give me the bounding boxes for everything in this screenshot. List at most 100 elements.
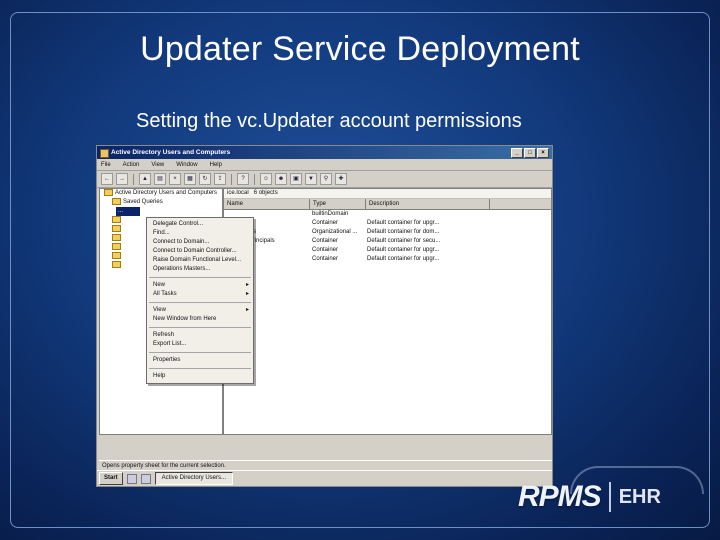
row-type: Container — [312, 238, 339, 244]
taskbar-task[interactable]: Active Directory Users... — [154, 472, 234, 485]
table-row[interactable]: Container Default container for upgr... — [224, 255, 551, 264]
row-description: Default container for upgr... — [367, 220, 440, 226]
menu-item-operations-masters[interactable]: Operations Masters... — [147, 265, 253, 274]
forward-icon[interactable]: → — [116, 173, 128, 185]
menu-item-view[interactable]: View ▸ — [147, 306, 253, 315]
add-to-group-icon[interactable]: ✚ — [335, 173, 347, 185]
submenu-arrow-icon: ▸ — [245, 282, 249, 288]
tree-root[interactable]: Active Directory Users and Computers — [100, 189, 222, 198]
column-type[interactable]: Type — [310, 199, 366, 209]
filter-icon[interactable]: ▼ — [305, 173, 317, 185]
close-button[interactable]: × — [537, 148, 549, 158]
menu-item-new-window[interactable]: New Window from Here — [147, 315, 253, 324]
folder-icon — [112, 234, 121, 241]
start-button[interactable]: Start — [99, 472, 123, 485]
menubar: File Action View Window Help — [97, 159, 552, 171]
menu-window[interactable]: Window — [176, 162, 197, 168]
new-user-icon[interactable]: ☺ — [260, 173, 272, 185]
up-folder-icon[interactable]: ▲ — [139, 173, 151, 185]
quicklaunch-icon[interactable] — [126, 473, 137, 484]
folder-icon — [112, 243, 121, 250]
show-tree-icon[interactable]: ▤ — [154, 173, 166, 185]
folder-icon — [112, 261, 121, 268]
menu-item-help[interactable]: Help — [147, 372, 253, 381]
help-icon[interactable]: ? — [237, 173, 249, 185]
menu-action[interactable]: Action — [123, 162, 140, 168]
menu-file[interactable]: File — [101, 162, 111, 168]
slide-title: Updater Service Deployment — [140, 30, 580, 68]
list-location-bar: ice.local 6 objects — [224, 189, 551, 199]
tree-item-selected-domain[interactable]: ... — [116, 207, 140, 216]
menu-item-connect-domain[interactable]: Connect to Domain... — [147, 238, 253, 247]
menu-item-all-tasks[interactable]: All Tasks ▸ — [147, 290, 253, 299]
column-description[interactable]: Description — [366, 199, 490, 209]
menu-item-raise-level[interactable]: Raise Domain Functional Level... — [147, 256, 253, 265]
folder-icon — [112, 198, 121, 205]
table-row[interactable]: Controllers Organizational ... Default c… — [224, 228, 551, 237]
menu-item-find[interactable]: Find... — [147, 229, 253, 238]
column-headers: Name Type Description — [224, 199, 551, 210]
row-description — [364, 210, 487, 219]
menu-item-connect-dc[interactable]: Connect to Domain Controller... — [147, 247, 253, 256]
menu-item-new[interactable]: New ▸ — [147, 281, 253, 290]
submenu-arrow-icon: ▸ — [245, 307, 249, 313]
new-group-icon[interactable]: ☻ — [275, 173, 287, 185]
menu-item-export-list[interactable]: Export List... — [147, 340, 253, 349]
row-description: Default container for upgr... — [367, 247, 440, 253]
toolbar-separator — [254, 173, 255, 185]
new-ou-icon[interactable]: ▣ — [290, 173, 302, 185]
slide-subtitle: Setting the vc.Updater account permissio… — [136, 110, 522, 132]
folder-icon — [112, 225, 121, 232]
back-icon[interactable]: ← — [101, 173, 113, 185]
tree-item-saved-queries[interactable]: Saved Queries — [100, 198, 222, 207]
row-type: builtinDomain — [312, 211, 349, 217]
table-row[interactable]: SecurityPrincipals Container Default con… — [224, 237, 551, 246]
submenu-arrow-icon: ▸ — [245, 291, 249, 297]
menu-separator — [149, 352, 251, 353]
taskbar: Start Active Directory Users... — [97, 470, 552, 486]
menu-view[interactable]: View — [151, 162, 164, 168]
delete-icon[interactable]: × — [169, 173, 181, 185]
menu-item-properties[interactable]: Properties — [147, 356, 253, 365]
row-type: Container — [312, 247, 339, 253]
rpms-ehr-logo: RPMS EHR — [518, 466, 704, 514]
table-row[interactable]: builtinDomain — [224, 210, 551, 219]
table-row[interactable]: Container Default container for upgr... — [224, 246, 551, 255]
toolbar-separator — [133, 173, 134, 185]
folder-icon — [112, 252, 121, 259]
app-icon — [100, 149, 109, 158]
export-icon[interactable]: ⇪ — [214, 173, 226, 185]
context-menu: Delegate Control... Find... Connect to D… — [146, 217, 254, 384]
row-type: Container — [312, 256, 339, 262]
table-row[interactable]: Container Default container for upgr... — [224, 219, 551, 228]
menu-separator — [149, 302, 251, 303]
minimize-button[interactable]: _ — [511, 148, 523, 158]
row-description: Default container for dom... — [367, 229, 440, 235]
menu-separator — [149, 327, 251, 328]
toolbar-separator — [231, 173, 232, 185]
window-titlebar[interactable]: Active Directory Users and Computers _ □… — [97, 146, 552, 159]
column-name[interactable]: Name — [224, 199, 310, 209]
row-type: Organizational ... — [312, 229, 358, 235]
menu-item-delegate-control[interactable]: Delegate Control... — [147, 220, 253, 229]
logo-arc-graphic — [570, 466, 704, 494]
object-count: 6 objects — [253, 190, 278, 196]
list-location: ice.local — [227, 190, 249, 196]
menu-separator — [149, 277, 251, 278]
list-pane[interactable]: ice.local 6 objects Name Type Descriptio… — [223, 188, 552, 435]
refresh-icon[interactable]: ↻ — [199, 173, 211, 185]
row-type: Container — [312, 220, 339, 226]
maximize-button[interactable]: □ — [524, 148, 536, 158]
folder-icon — [112, 216, 121, 223]
find-icon[interactable]: ⚲ — [320, 173, 332, 185]
window-title: Active Directory Users and Computers — [111, 149, 231, 156]
folder-icon — [104, 189, 113, 196]
row-description: Default container for secu... — [367, 238, 441, 244]
menu-separator — [149, 368, 251, 369]
quicklaunch-icon[interactable] — [140, 473, 151, 484]
properties-icon[interactable]: ▦ — [184, 173, 196, 185]
menu-item-refresh[interactable]: Refresh — [147, 331, 253, 340]
menu-help[interactable]: Help — [210, 162, 222, 168]
row-description: Default container for upgr... — [367, 256, 440, 262]
toolbar: ← → ▲ ▤ × ▦ ↻ ⇪ ? ☺ ☻ ▣ ▼ ⚲ ✚ — [97, 171, 552, 188]
